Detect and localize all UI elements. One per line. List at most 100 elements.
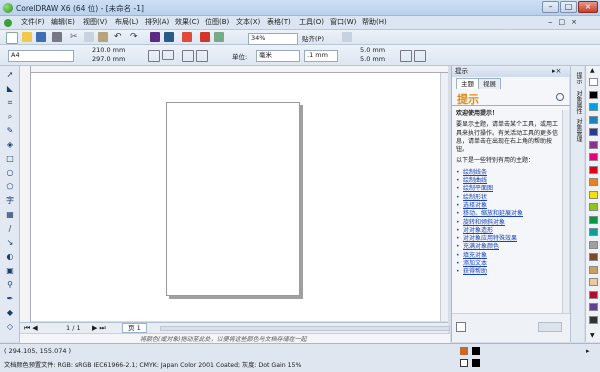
cut-icon[interactable]: ✂ — [70, 32, 80, 42]
menu-edit[interactable]: 编辑(E) — [49, 17, 77, 28]
topic-link[interactable]: 充满对象颜色 — [456, 243, 562, 252]
topic-link[interactable]: 绘制形状 — [456, 194, 562, 203]
menu-window[interactable]: 窗口(W) — [328, 17, 358, 28]
close-button[interactable]: × — [578, 1, 598, 13]
status-expand-icon[interactable]: ▸ — [586, 347, 590, 355]
duplicate-x-field[interactable]: 5.0 mm — [360, 46, 385, 54]
hint-preview-icon[interactable] — [456, 322, 466, 332]
palette-swatch[interactable] — [589, 253, 598, 261]
welcome-screen-icon[interactable] — [200, 32, 210, 42]
fill-indicator-icon[interactable] — [460, 347, 468, 355]
minimize-button[interactable]: – — [542, 1, 559, 13]
topic-link[interactable]: 获得帮助 — [456, 268, 562, 277]
redo-icon[interactable]: ↷ — [130, 32, 140, 42]
document-page[interactable] — [166, 102, 300, 296]
crop-tool-icon[interactable]: ⌗ — [4, 98, 16, 108]
import-icon[interactable] — [150, 32, 160, 42]
undo-icon[interactable]: ↶ — [114, 32, 124, 42]
menu-tools[interactable]: 工具(O) — [297, 17, 326, 28]
save-icon[interactable] — [36, 32, 46, 42]
rectangle-tool-icon[interactable]: □ — [4, 154, 16, 164]
pick-tool-icon[interactable]: ➚ — [4, 70, 16, 80]
docker-scrollbar[interactable] — [562, 110, 569, 315]
blend-tool-icon[interactable]: ◐ — [4, 252, 16, 262]
page-height-field[interactable]: 297.0 mm — [92, 55, 125, 63]
export-icon[interactable] — [164, 32, 174, 42]
maximize-button[interactable]: □ — [560, 1, 577, 13]
menu-view[interactable]: 视图(V) — [81, 17, 109, 28]
parallel-dimension-tool-icon[interactable]: ∕ — [4, 224, 16, 234]
palette-swatch[interactable] — [589, 115, 598, 124]
options-icon[interactable] — [342, 32, 352, 42]
palette-scroll-down-icon[interactable]: ▼ — [590, 332, 595, 339]
copy-icon[interactable] — [84, 32, 94, 42]
duplicate-y-field[interactable]: 5.0 mm — [360, 55, 385, 63]
canvas-horizontal-scrollbar[interactable] — [160, 326, 450, 331]
menu-file[interactable]: 文件(F) — [19, 17, 47, 28]
topic-link[interactable]: 移动、缩放和延展对象 — [456, 210, 562, 219]
outline-pen-tool-icon[interactable]: ✒ — [4, 294, 16, 304]
page-width-field[interactable]: 210.0 mm — [92, 46, 125, 54]
side-tab-object-manager[interactable]: 对象管理 — [573, 118, 582, 142]
transparency-tool-icon[interactable]: ▣ — [4, 266, 16, 276]
polygon-tool-icon[interactable]: ⬠ — [4, 182, 16, 192]
palette-swatch[interactable] — [589, 140, 598, 149]
palette-swatch[interactable] — [589, 240, 598, 249]
side-tab-object-properties[interactable]: 对象属性 — [573, 90, 582, 114]
palette-swatch[interactable] — [589, 228, 598, 236]
interactive-fill-tool-icon[interactable]: ◇ — [4, 322, 16, 332]
palette-swatch[interactable] — [589, 178, 598, 186]
palette-swatch[interactable] — [589, 128, 598, 136]
back-forward-buttons[interactable] — [538, 322, 562, 332]
menu-bitmaps[interactable]: 位图(B) — [203, 17, 231, 28]
palette-scroll-up-icon[interactable]: ▲ — [590, 67, 595, 74]
zoom-level-select[interactable]: 34% — [248, 33, 298, 45]
document-color-profile[interactable]: 文档颜色预置文件: RGB: sRGB IEC61966-2.1; CMYK: … — [4, 360, 301, 369]
horizontal-ruler[interactable] — [20, 66, 448, 73]
palette-swatch[interactable] — [589, 315, 598, 324]
palette-swatch[interactable] — [589, 103, 598, 111]
palette-swatch[interactable] — [589, 190, 598, 199]
palette-swatch[interactable] — [589, 153, 598, 161]
new-document-icon[interactable] — [6, 32, 18, 44]
palette-swatch[interactable] — [589, 165, 598, 174]
fill-tool-icon[interactable]: ◆ — [4, 308, 16, 318]
topic-link[interactable]: 填充对象 — [456, 252, 562, 261]
paste-icon[interactable] — [98, 32, 108, 42]
open-folder-icon[interactable] — [22, 32, 32, 42]
portrait-icon[interactable] — [148, 50, 160, 62]
page-tab[interactable]: 页 1 — [122, 323, 147, 333]
menu-effects[interactable]: 效果(C) — [173, 17, 201, 28]
topic-link[interactable]: 对对象造形 — [456, 227, 562, 236]
topic-link[interactable]: 绘制平面图 — [456, 185, 562, 194]
table-tool-icon[interactable]: ▦ — [4, 210, 16, 220]
palette-swatch[interactable] — [589, 303, 598, 311]
snap-to-dropdown[interactable]: 贴齐(P) — [302, 33, 324, 43]
text-tool-icon[interactable]: 字 — [4, 196, 16, 206]
palette-swatch[interactable] — [589, 78, 598, 86]
palette-swatch[interactable] — [589, 290, 598, 299]
page-nav-next-last-buttons[interactable]: ▶⏭ — [92, 324, 108, 333]
zoom-tool-icon[interactable]: ⌕ — [4, 112, 16, 122]
all-pages-icon[interactable] — [182, 50, 194, 62]
menu-app-icon[interactable] — [4, 19, 12, 27]
vertical-ruler[interactable] — [20, 66, 31, 322]
palette-swatch[interactable] — [589, 203, 598, 211]
units-select[interactable]: 毫米 — [256, 50, 300, 62]
menu-table[interactable]: 表格(T) — [265, 17, 293, 28]
paper-size-select[interactable]: A4 — [8, 50, 74, 62]
launch-app-icon[interactable] — [214, 32, 224, 42]
palette-swatch[interactable] — [589, 215, 598, 224]
topic-link[interactable]: 旋转和倾斜对象 — [456, 219, 562, 228]
publish-pdf-icon[interactable] — [182, 32, 192, 42]
landscape-icon[interactable] — [162, 50, 174, 60]
mdi-window-controls[interactable]: ‒□× — [548, 18, 592, 28]
canvas-vertical-scrollbar[interactable] — [440, 73, 448, 321]
help-icon[interactable] — [556, 93, 564, 101]
menu-arrange[interactable]: 排列(A) — [143, 17, 171, 28]
ellipse-tool-icon[interactable]: ○ — [4, 168, 16, 178]
docker-close-button[interactable]: ▸× — [552, 67, 561, 75]
treat-as-filled-icon[interactable] — [414, 50, 426, 62]
document-palette[interactable]: 将颜色(或对象)拖动至此处，以便将这些颜色与文档存储在一起 — [20, 333, 450, 343]
current-page-icon[interactable] — [196, 50, 208, 62]
